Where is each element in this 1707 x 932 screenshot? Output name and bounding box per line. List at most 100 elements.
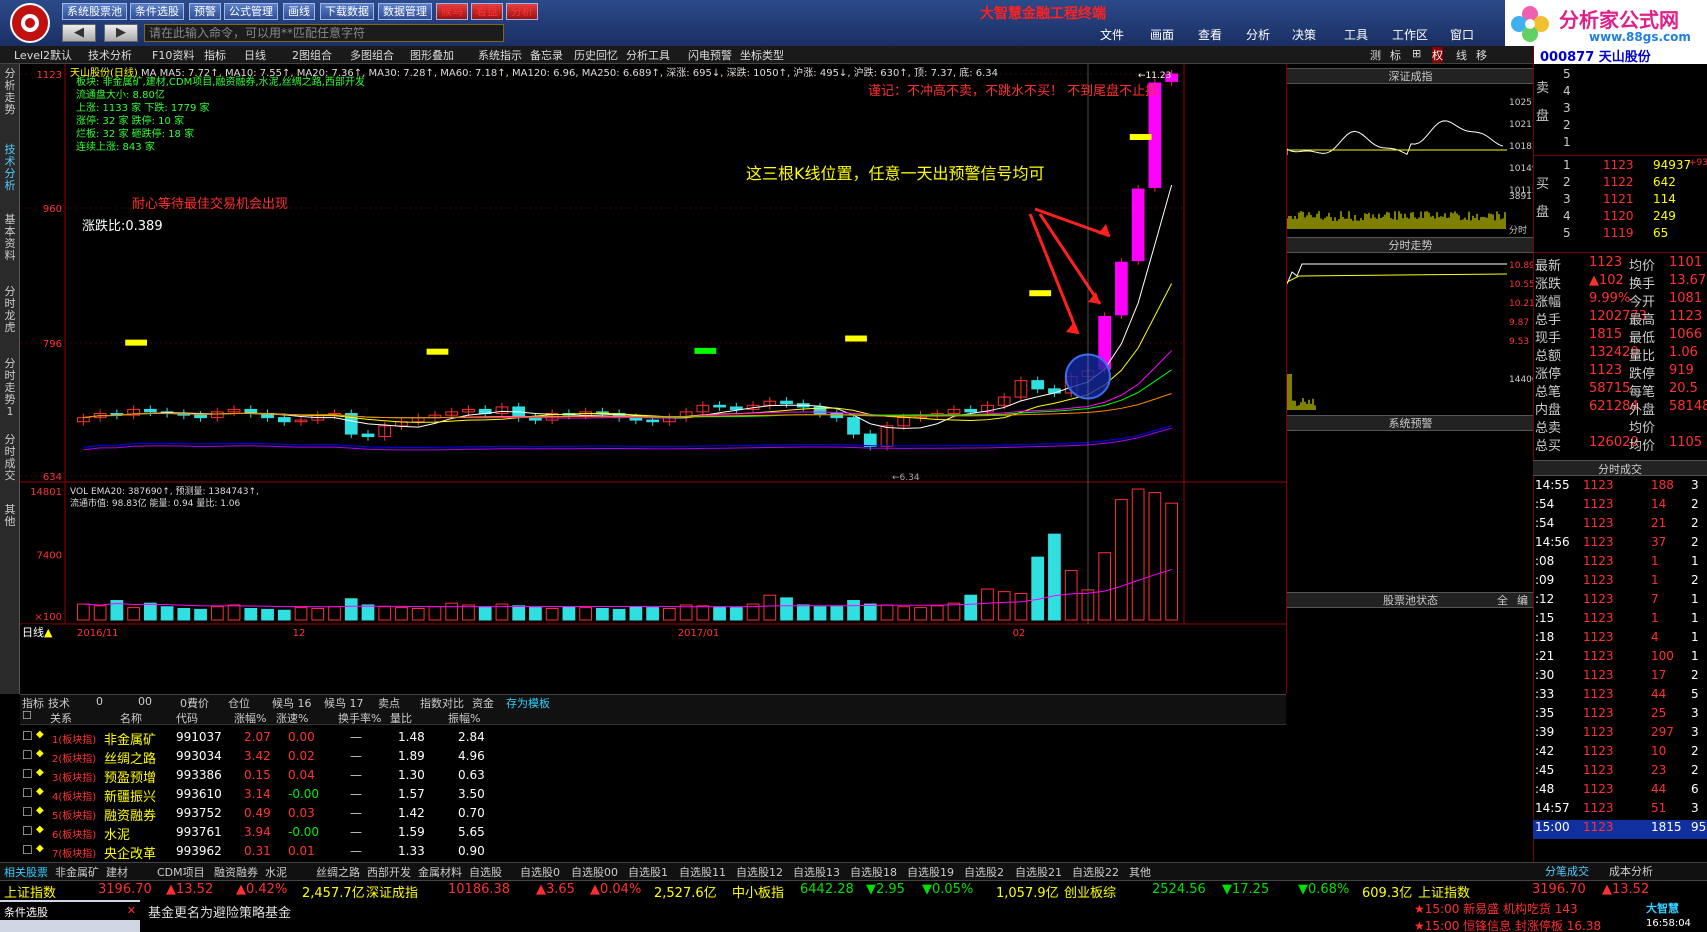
rail-item-basic[interactable]: 基本资料 bbox=[2, 214, 18, 262]
tb2-level2[interactable]: Level2默认 bbox=[14, 47, 72, 63]
bottom-tab[interactable]: 非金属矿 bbox=[55, 864, 99, 880]
menu-file[interactable]: 文件 bbox=[1100, 26, 1124, 43]
bottom-tab[interactable]: 其他 bbox=[1129, 864, 1151, 880]
tb2-2chart[interactable]: 2图组合 bbox=[292, 47, 332, 63]
tb2-history[interactable]: 历史回忆 bbox=[574, 47, 618, 63]
status-left-tab[interactable]: 条件选股 ✕ bbox=[0, 902, 140, 920]
table-row[interactable]: ☐ ◆ 6(板块指) 水泥 993761 3.94 -0.00 — 1.59 5.65 bbox=[20, 823, 1286, 842]
menu-tools[interactable]: 工具 bbox=[1344, 26, 1368, 43]
select-all-checkbox[interactable]: ☐ bbox=[22, 709, 32, 722]
tb2-f10[interactable]: F10资料 bbox=[152, 47, 194, 63]
table-row[interactable]: ☐ ◆ 5(板块指) 融资融券 993752 0.49 0.03 — 1.42 0.70 bbox=[20, 804, 1286, 823]
news-ticker[interactable]: 基金更名为避险策略基金 bbox=[140, 900, 1410, 932]
toolbar-btn-alert[interactable]: 预警 bbox=[189, 3, 221, 20]
menu-view[interactable]: 查看 bbox=[1198, 26, 1222, 43]
alert-line-2[interactable]: ★15:00 恒锋信息 封涨停板 16.38 bbox=[1410, 917, 1640, 932]
bottom-tab[interactable]: 自选股22 bbox=[1072, 864, 1119, 880]
table-row[interactable]: ☐ ◆ 7(板块指) 央企改革 993962 0.31 0.01—1.33 0.90 bbox=[20, 842, 1286, 861]
tb2-daily[interactable]: 日线 bbox=[244, 47, 266, 63]
table-row[interactable]: ☐ ◆ 4(板块指) 新疆振兴 993610 3.14 -0.00—1.57 3.50 bbox=[20, 785, 1286, 804]
bottom-tab[interactable]: 融资融券 bbox=[214, 864, 258, 880]
bottom-tab[interactable]: 建材 bbox=[106, 864, 128, 880]
rail-item-tech[interactable]: 技术分析 bbox=[2, 144, 18, 192]
ticker-zxb-name[interactable]: 中小板指 bbox=[732, 882, 784, 901]
back-button[interactable]: ◀ bbox=[62, 24, 96, 42]
ask-row[interactable]: 5 bbox=[1533, 67, 1707, 84]
column-header[interactable]: 代码 bbox=[176, 710, 198, 726]
toolbar-btn-houniao[interactable]: 候鸟 bbox=[436, 3, 468, 20]
pool-edit-btn[interactable]: 编 bbox=[1517, 593, 1528, 609]
bottom-tab[interactable]: 自选股21 bbox=[1015, 864, 1062, 880]
toolbar-btn-stock-pool[interactable]: 系统股票池 bbox=[62, 3, 127, 20]
row-checkbox[interactable]: ☐ bbox=[22, 824, 33, 838]
kline-svg[interactable]: 1123960796634 ←6.34←11.23148017400×100201… bbox=[20, 64, 1286, 694]
sz-index-chart[interactable]: 102511021710183101491011538911分时 bbox=[1287, 85, 1534, 235]
rail-item-fs1[interactable]: 分时走势1 bbox=[2, 358, 18, 418]
tb2-tech[interactable]: 技术分析 bbox=[88, 47, 132, 63]
toolbar-btn-download[interactable]: 下载数据 bbox=[320, 3, 374, 20]
menu-workspace[interactable]: 工作区 bbox=[1392, 26, 1428, 43]
column-header[interactable]: 关系 bbox=[50, 710, 72, 726]
tb2-sys-indicator[interactable]: 系统指示 bbox=[478, 47, 522, 63]
tb2-coord[interactable]: 坐标类型 bbox=[740, 47, 784, 63]
column-header[interactable]: 涨速% bbox=[276, 710, 308, 726]
bottom-tab[interactable]: 自选股13 bbox=[793, 864, 840, 880]
column-header[interactable]: 换手率% bbox=[338, 710, 381, 726]
tb2-r3[interactable]: ⊞ bbox=[1412, 47, 1421, 60]
bottom-tab[interactable]: 金属材料 bbox=[418, 864, 462, 880]
bottom-tab[interactable]: 自选股1 bbox=[628, 864, 668, 880]
command-input[interactable]: 请在此输入命令，可以用**匹配任意字符 bbox=[144, 24, 504, 42]
toolbar-btn-analysis[interactable]: 分析 bbox=[506, 3, 538, 20]
forward-button[interactable]: ▶ bbox=[104, 24, 138, 42]
row-checkbox[interactable]: ☐ bbox=[22, 805, 33, 819]
rail-item-fs-deal[interactable]: 分时成交 bbox=[2, 434, 18, 482]
menu-decision[interactable]: 决策 bbox=[1292, 26, 1316, 43]
bottom-tab[interactable]: 自选股11 bbox=[679, 864, 726, 880]
toolbar-btn-formula[interactable]: 公式管理 bbox=[224, 3, 278, 20]
bid-row[interactable]: 4 1120 249 bbox=[1533, 209, 1707, 226]
bottom-tab[interactable]: 自选股0 bbox=[520, 864, 560, 880]
ask-row[interactable]: 4 bbox=[1533, 84, 1707, 101]
row-checkbox[interactable]: ☐ bbox=[22, 729, 33, 743]
bottom-tab[interactable]: 自选股19 bbox=[907, 864, 954, 880]
tb2-r2[interactable]: 标 bbox=[1390, 47, 1401, 63]
ask-row[interactable]: 3 bbox=[1533, 101, 1707, 118]
tb2-r6[interactable]: 移 bbox=[1476, 47, 1487, 63]
rail-item-fs-dragon[interactable]: 分时龙虎 bbox=[2, 286, 18, 334]
toolbar-btn-data-manage[interactable]: 数据管理 bbox=[378, 3, 432, 20]
bid-row[interactable]: 5 1119 65 bbox=[1533, 226, 1707, 243]
bottom-tab[interactable]: 自选股18 bbox=[850, 864, 897, 880]
ticker-sz-name[interactable]: 深证成指 bbox=[366, 882, 418, 901]
close-icon[interactable]: ✕ bbox=[127, 904, 136, 917]
bottom-tab[interactable]: 自选股12 bbox=[736, 864, 783, 880]
bid-row[interactable]: 1112394937+93413 bbox=[1533, 158, 1707, 175]
ask-row[interactable]: 2 bbox=[1533, 118, 1707, 135]
bottom-tab[interactable]: 相关股票 bbox=[4, 864, 48, 880]
tb2-indicator[interactable]: 指标 bbox=[204, 47, 226, 63]
quote-bottom-tabs[interactable]: 分笔成交 成本分析 bbox=[1533, 862, 1707, 880]
pool-all-btn[interactable]: 全 bbox=[1497, 593, 1508, 609]
bottom-tab[interactable]: 西部开发 bbox=[367, 864, 411, 880]
row-checkbox[interactable]: ☐ bbox=[22, 748, 33, 762]
rail-item-analysis[interactable]: 分析走势 bbox=[2, 68, 18, 116]
toolbar-btn-draw[interactable]: 画线 bbox=[283, 3, 315, 20]
table-row[interactable]: ☐ ◆ 3(板块指) 预盈预增 993386 0.15 0.04 — 1.30 0.63 bbox=[20, 766, 1286, 785]
bid-row[interactable]: 3 1121 114 bbox=[1533, 192, 1707, 209]
tb2-memo[interactable]: 备忘录 bbox=[530, 47, 563, 63]
tb2-overlay[interactable]: 图形叠加 bbox=[410, 47, 454, 63]
bottom-tab[interactable]: 自选股2 bbox=[964, 864, 1004, 880]
alert-line-1[interactable]: ★15:00 新易盛 机构吃货 143 bbox=[1410, 900, 1640, 917]
bottom-tab[interactable]: 丝绸之路 bbox=[316, 864, 360, 880]
table-subtab[interactable]: 0 bbox=[96, 695, 103, 708]
rail-item-other[interactable]: 其他 bbox=[2, 504, 18, 528]
tb2-r5[interactable]: 线 bbox=[1456, 47, 1467, 63]
tb2-r4[interactable]: 权 bbox=[1432, 47, 1443, 63]
bottom-tab[interactable]: CDM项目 bbox=[157, 864, 205, 880]
tb2-flash-alert[interactable]: 闪电预警 bbox=[688, 47, 732, 63]
column-header[interactable]: 量比 bbox=[390, 710, 412, 726]
menu-screen[interactable]: 画面 bbox=[1150, 26, 1174, 43]
table-subtab[interactable]: 00 bbox=[138, 695, 152, 708]
column-header[interactable]: 名称 bbox=[120, 710, 142, 726]
bottom-tab[interactable]: 自选股 bbox=[469, 864, 502, 880]
row-checkbox[interactable]: ☐ bbox=[22, 786, 33, 800]
